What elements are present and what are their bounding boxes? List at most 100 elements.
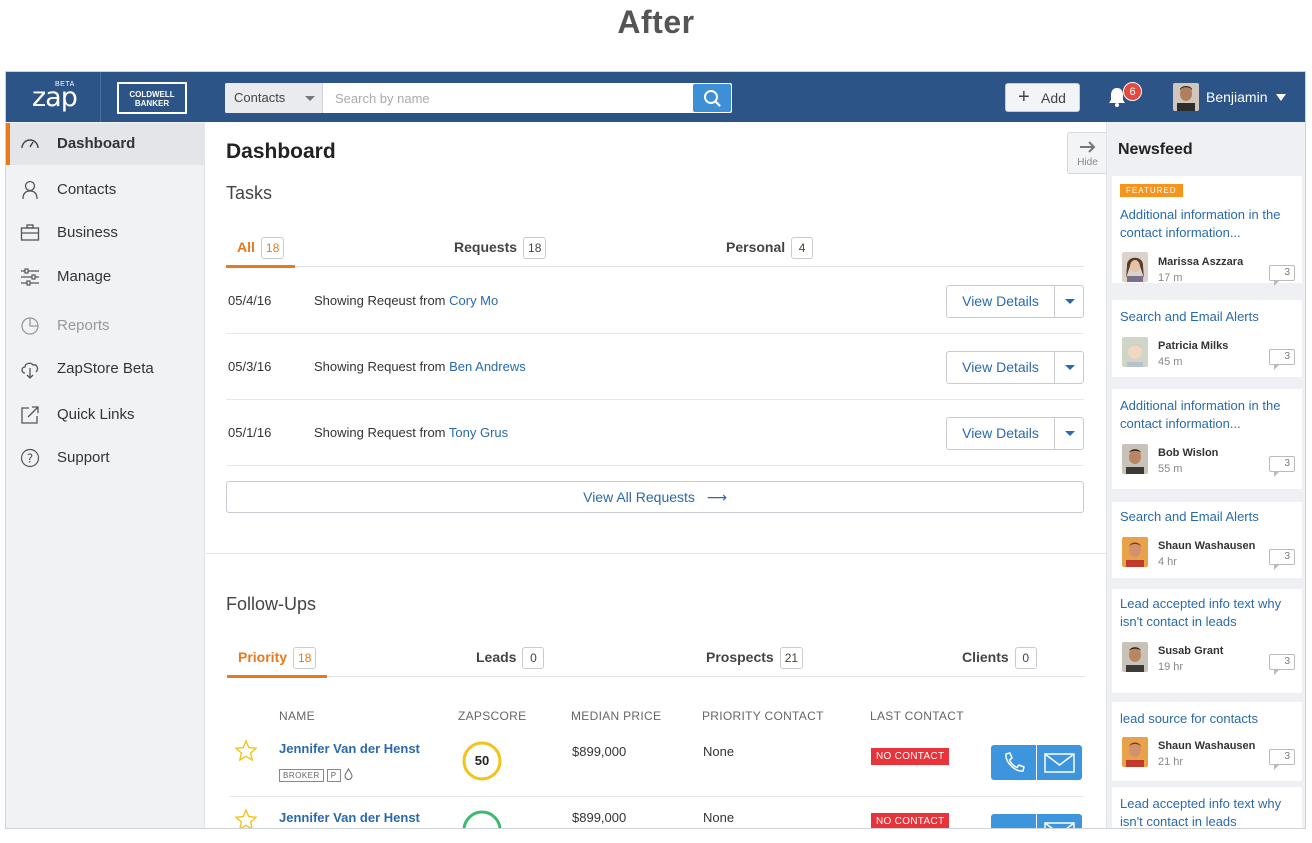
newsfeed-card[interactable]: Lead accepted info text why isn't contac…: [1112, 787, 1302, 828]
sidebar-item-manage[interactable]: Manage: [6, 256, 205, 298]
avatar: [1122, 252, 1148, 282]
column-header-priority-contact[interactable]: PRIORITY CONTACT: [702, 709, 824, 723]
question-circle-icon: ?: [20, 448, 40, 468]
search-icon: [704, 90, 721, 107]
page-caption: After: [617, 4, 695, 40]
newsfeed-link[interactable]: Lead accepted info text why isn't contac…: [1120, 595, 1298, 631]
star-icon[interactable]: [234, 739, 258, 763]
brand-logo: COLDWELL BANKER: [117, 82, 187, 114]
task-contact-link[interactable]: Ben Andrews: [449, 359, 526, 374]
tab-all[interactable]: All 18: [226, 237, 296, 268]
tab-clients[interactable]: Clients 0: [962, 647, 1037, 678]
comment-count-icon[interactable]: 3: [1269, 349, 1295, 370]
sidebar-item-dashboard[interactable]: Dashboard: [6, 123, 205, 165]
contact-actions: [991, 814, 1083, 828]
search-scope-label: Contacts: [234, 90, 286, 105]
newsfeed-link[interactable]: Additional information in the contact in…: [1120, 397, 1298, 433]
tasks-tabs: All 18 Requests 18 Personal 4: [226, 227, 1084, 268]
tasks-section-title: Tasks: [226, 183, 273, 203]
sidebar-item-support[interactable]: ? Support: [6, 437, 205, 479]
hide-newsfeed-button[interactable]: Hide: [1067, 132, 1106, 174]
sidebar-item-label: Reports: [57, 317, 110, 334]
view-all-requests-button[interactable]: View All Requests ⟶: [226, 481, 1084, 513]
tab-count-badge: 0: [522, 647, 545, 669]
sidebar: Dashboard Contacts Business Manage Repor…: [6, 122, 205, 828]
sliders-icon: [21, 268, 39, 286]
search-input[interactable]: [324, 83, 693, 113]
no-contact-badge: NO CONTACT: [871, 813, 950, 828]
app-window: zap BETA COLDWELL BANKER Contacts + Add: [5, 71, 1306, 829]
newsfeed-link[interactable]: Additional information in the contact in…: [1120, 206, 1298, 242]
task-contact-link[interactable]: Cory Mo: [449, 293, 498, 308]
task-description: Showing Request from Tony Grus: [314, 425, 508, 440]
newsfeed-card[interactable]: Lead accepted info text why isn't contac…: [1112, 589, 1302, 693]
comment-count-icon[interactable]: 3: [1269, 749, 1295, 770]
newsfeed-link[interactable]: Search and Email Alerts: [1120, 308, 1298, 326]
newsfeed-card[interactable]: Additional information in the contact in…: [1112, 389, 1302, 489]
sidebar-item-business[interactable]: Business: [6, 212, 205, 254]
search-button[interactable]: [693, 84, 731, 112]
sidebar-item-quick-links[interactable]: Quick Links: [6, 394, 205, 436]
task-contact-link[interactable]: Tony Grus: [449, 425, 508, 440]
contact-name-link[interactable]: Jennifer Van der Henst: [279, 810, 420, 825]
add-button[interactable]: + Add: [1005, 83, 1080, 112]
view-details-button[interactable]: View Details: [947, 286, 1055, 317]
task-text: Showing Request from: [314, 359, 450, 374]
tab-personal[interactable]: Personal 4: [726, 237, 814, 268]
newsfeed-card[interactable]: lead source for contacts Shaun Washausen…: [1112, 702, 1302, 781]
person-icon: [22, 180, 38, 200]
comment-count-icon[interactable]: 3: [1269, 265, 1295, 286]
task-date: 05/4/16: [228, 293, 272, 308]
newsfeed-card[interactable]: Search and Email Alerts Patricia Milks 4…: [1112, 300, 1302, 377]
email-button[interactable]: [1037, 745, 1082, 780]
call-button[interactable]: [991, 814, 1036, 828]
column-header-zapscore[interactable]: ZAPSCORE: [458, 709, 526, 723]
sidebar-item-zapstore[interactable]: ZapStore Beta: [6, 348, 205, 390]
call-button[interactable]: [991, 745, 1036, 780]
column-header-name[interactable]: NAME: [279, 709, 315, 723]
task-description: Showing Reqeust from Cory Mo: [314, 293, 498, 308]
envelope-icon: [1044, 753, 1075, 773]
star-icon[interactable]: [234, 808, 258, 829]
tab-count-badge: 18: [293, 647, 317, 669]
user-menu-caret-icon[interactable]: [1276, 94, 1286, 101]
user-avatar[interactable]: [1173, 83, 1199, 111]
search-scope-select[interactable]: Contacts: [225, 83, 323, 113]
newsfeed-link[interactable]: Lead accepted info text why isn't contac…: [1120, 795, 1298, 828]
comment-count-icon[interactable]: 3: [1269, 549, 1295, 570]
tab-count-badge: 21: [779, 647, 804, 669]
column-header-median-price[interactable]: MEDIAN PRICE: [571, 709, 661, 723]
tab-label: Priority: [238, 649, 288, 665]
email-button[interactable]: [1037, 814, 1082, 828]
zapscore-value: 50: [474, 753, 490, 768]
newsfeed-time: 17 m: [1158, 272, 1183, 284]
priority-contact: None: [703, 810, 735, 825]
plus-icon: +: [1018, 86, 1030, 108]
caret-down-icon[interactable]: [1065, 365, 1075, 370]
newsfeed-card[interactable]: Search and Email Alerts Shaun Washausen …: [1112, 502, 1302, 578]
tab-prospects[interactable]: Prospects 21: [706, 647, 804, 678]
sidebar-item-contacts[interactable]: Contacts: [6, 169, 205, 211]
newsfeed-author: Patricia Milks: [1158, 340, 1229, 352]
view-details-split-button: View Details: [946, 351, 1084, 384]
newsfeed-author: Shaun Washausen: [1158, 740, 1256, 752]
sidebar-item-label: Contacts: [57, 181, 117, 198]
newsfeed-card[interactable]: FEATURED Additional information in the c…: [1112, 176, 1302, 286]
tab-leads[interactable]: Leads 0: [476, 647, 545, 678]
comment-count-icon[interactable]: 3: [1269, 456, 1295, 477]
user-name[interactable]: Benjiamin: [1206, 89, 1267, 105]
newsfeed-link[interactable]: Search and Email Alerts: [1120, 508, 1298, 526]
tab-requests[interactable]: Requests 18: [454, 237, 547, 268]
tab-priority[interactable]: Priority 18: [227, 647, 328, 678]
sidebar-item-reports[interactable]: Reports: [6, 305, 205, 347]
svg-text:?: ?: [27, 452, 33, 466]
newsfeed-link[interactable]: lead source for contacts: [1120, 710, 1298, 728]
comment-count-icon[interactable]: 3: [1269, 654, 1295, 675]
contact-tags: BROKER P: [279, 765, 353, 783]
column-header-last-contact[interactable]: LAST CONTACT: [870, 709, 964, 723]
caret-down-icon[interactable]: [1065, 299, 1075, 304]
view-details-button[interactable]: View Details: [947, 352, 1055, 383]
caret-down-icon[interactable]: [1065, 431, 1075, 436]
view-details-button[interactable]: View Details: [947, 418, 1055, 449]
contact-name-link[interactable]: Jennifer Van der Henst: [279, 741, 420, 756]
